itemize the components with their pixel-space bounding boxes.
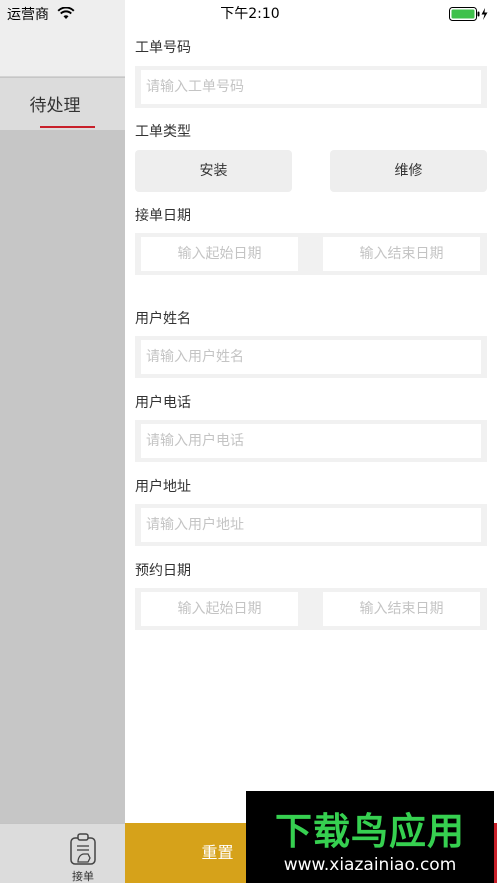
type-install-button[interactable]: 安装 [135, 150, 292, 192]
status-bar: 运营商 下午2:10 [0, 0, 497, 24]
accept-date-label: 接单日期 [135, 208, 191, 224]
tab-active-indicator [40, 126, 95, 128]
accept-date-start-input[interactable]: 输入起始日期 [141, 237, 298, 271]
clipboard-hand-icon[interactable] [68, 832, 98, 866]
user-phone-label: 用户电话 [135, 395, 191, 411]
appointment-date-start-input[interactable]: 输入起始日期 [141, 592, 298, 626]
appointment-date-label: 预约日期 [135, 563, 191, 579]
user-address-label: 用户地址 [135, 479, 191, 495]
user-address-input[interactable]: 请输入用户地址 [141, 508, 481, 542]
appointment-date-range: 输入起始日期 输入结束日期 [135, 588, 487, 630]
clock-label: 下午2:10 [220, 6, 280, 22]
user-address-field[interactable]: 请输入用户地址 [135, 504, 487, 546]
tab-pending[interactable]: 待处理 [0, 78, 125, 130]
user-phone-field[interactable]: 请输入用户电话 [135, 420, 487, 462]
accept-date-range: 输入起始日期 输入结束日期 [135, 233, 487, 275]
order-no-field[interactable]: 请输入工单号码 [135, 66, 487, 108]
user-phone-input[interactable]: 请输入用户电话 [141, 424, 481, 458]
appointment-date-end-input[interactable]: 输入结束日期 [323, 592, 480, 626]
watermark-title: 下载鸟应用 [275, 810, 465, 853]
battery-icon [449, 6, 489, 21]
user-name-input[interactable]: 请输入用户姓名 [141, 340, 481, 374]
order-no-input[interactable]: 请输入工单号码 [141, 70, 481, 104]
type-repair-button[interactable]: 维修 [330, 150, 487, 192]
tab-accept-label[interactable]: 接单 [62, 868, 104, 883]
user-name-field[interactable]: 请输入用户姓名 [135, 336, 487, 378]
watermark-url: www.xiazainiao.com [283, 855, 457, 875]
accept-date-end-input[interactable]: 输入结束日期 [323, 237, 480, 271]
order-no-label: 工单号码 [135, 40, 191, 56]
tab-bar: 接单 [0, 823, 125, 883]
tab-pending-label: 待处理 [29, 96, 81, 116]
watermark-banner: 下载鸟应用 www.xiazainiao.com [246, 791, 494, 883]
order-type-label: 工单类型 [135, 124, 191, 140]
order-list-panel: 待处理 [0, 0, 125, 883]
user-name-label: 用户姓名 [135, 311, 191, 327]
